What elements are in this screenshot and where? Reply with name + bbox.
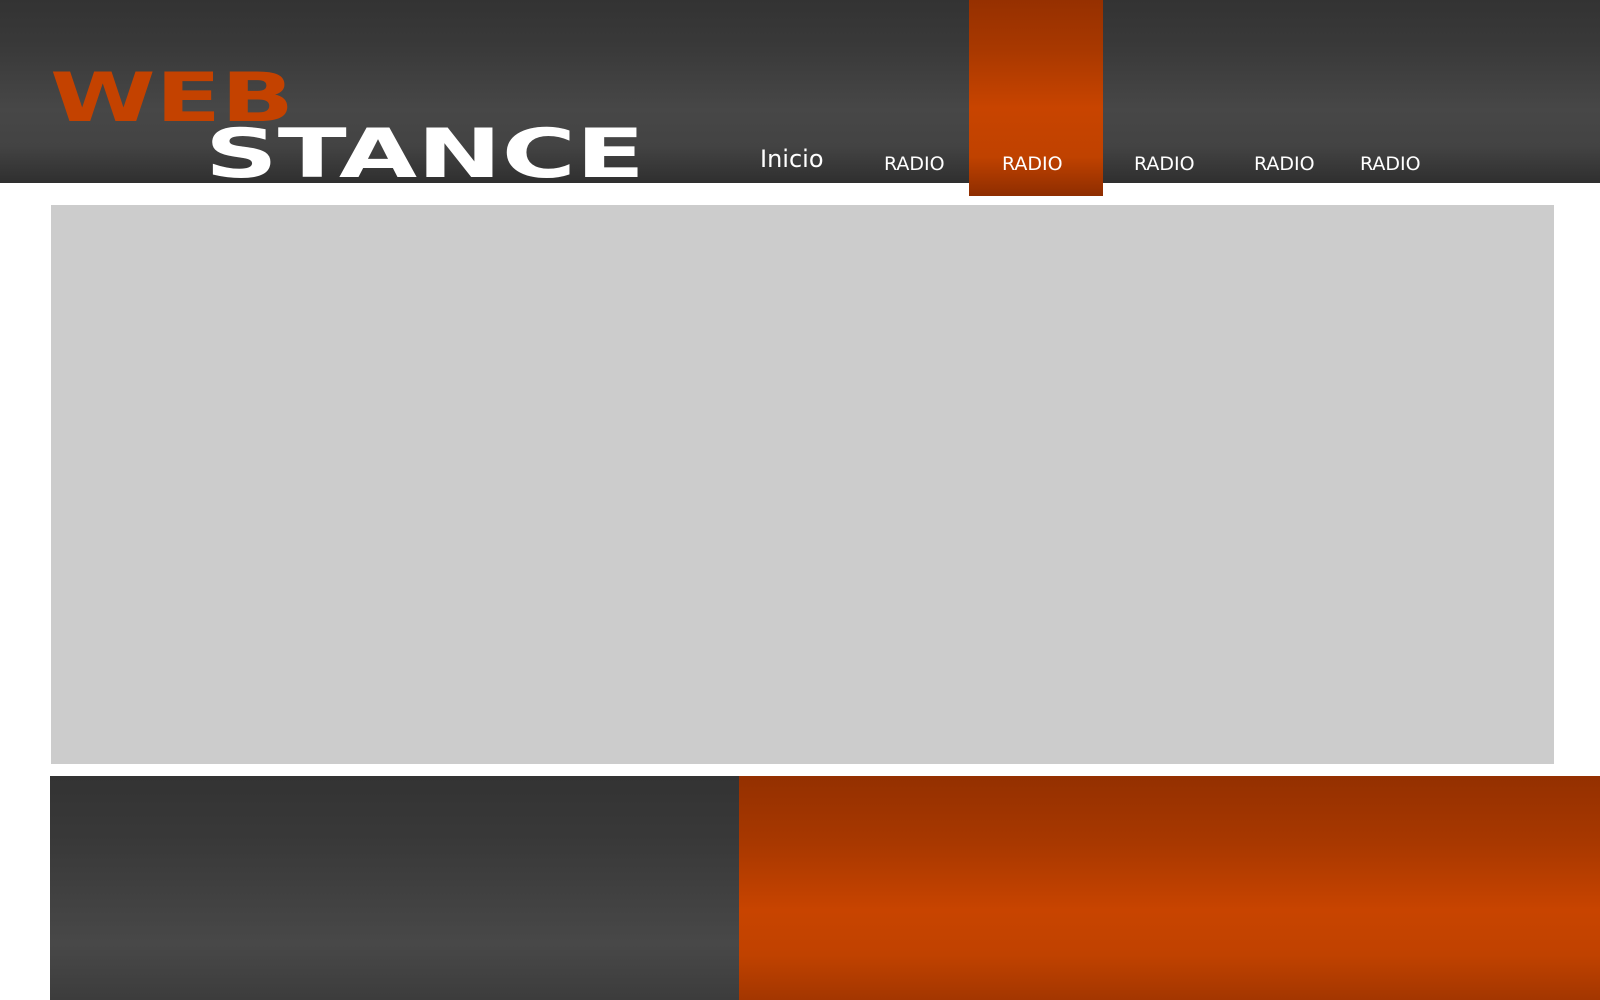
main-content-placeholder [51,205,1554,764]
nav-item-inicio[interactable]: Inicio [760,145,824,173]
nav-item-radio-5[interactable]: RADIO [1360,153,1421,175]
nav-item-radio-1[interactable]: RADIO [884,153,945,175]
main-navigation: Inicio RADIO RADIO RADIO RADIO RADIO [0,0,1600,196]
site-footer [50,776,1600,1000]
footer-left-panel [50,776,739,1000]
footer-right-panel [739,776,1600,1000]
nav-item-radio-3[interactable]: RADIO [1134,153,1195,175]
nav-item-radio-2-active[interactable]: RADIO [1002,153,1063,175]
nav-item-radio-4[interactable]: RADIO [1254,153,1315,175]
